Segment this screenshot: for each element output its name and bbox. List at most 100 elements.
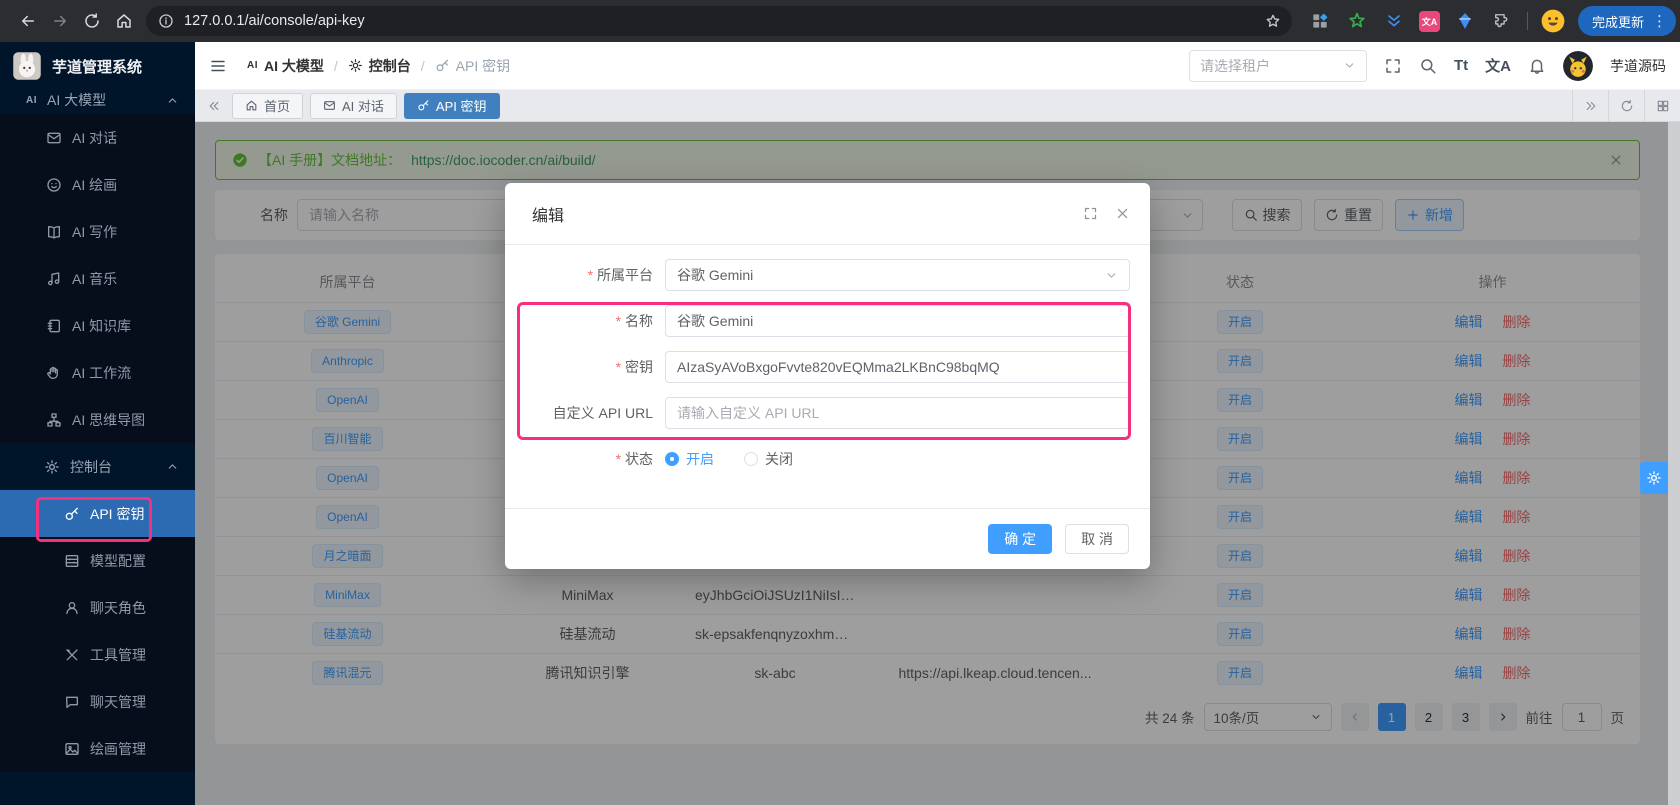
sidebar-item-tools[interactable]: 工具管理 (0, 631, 195, 678)
language-icon[interactable]: 文A (1485, 55, 1511, 76)
font-size-icon[interactable]: Tt (1454, 57, 1468, 74)
fullscreen-icon[interactable] (1384, 57, 1402, 75)
settings-drawer-button[interactable] (1640, 462, 1668, 494)
tab-api-key[interactable]: API 密钥 (404, 93, 500, 119)
platform-label: 所属平台 (523, 265, 665, 285)
browser-forward-icon[interactable] (44, 5, 76, 37)
tools-icon (64, 647, 80, 663)
status-radio-on[interactable]: 开启 (665, 449, 714, 469)
face-icon (46, 177, 62, 193)
url-label: 自定义 API URL (523, 403, 665, 423)
url-text[interactable]: 127.0.0.1/ai/console/api-key (184, 13, 1250, 29)
chevron-down-icon (1105, 269, 1118, 282)
cancel-button[interactable]: 取 消 (1065, 524, 1129, 554)
field-key: 密钥 (523, 351, 1130, 383)
logo-bunny-icon (12, 51, 42, 81)
sidebar: 芋道管理系统 AI AI 大模型 AI 对话 AI 绘画 AI 写作 AI 音乐… (0, 42, 195, 805)
hand-icon (46, 365, 62, 381)
dialog-fullscreen-icon[interactable] (1083, 206, 1098, 221)
note-icon (46, 318, 62, 334)
sidebar-item-key[interactable]: API 密钥 (0, 490, 195, 537)
tabs-scroll-left-icon[interactable] (203, 93, 225, 119)
status-radio-off[interactable]: 关闭 (744, 449, 793, 469)
url-input[interactable] (665, 397, 1130, 429)
browser-back-icon[interactable] (12, 5, 44, 37)
extension-grid-icon[interactable] (1308, 9, 1332, 33)
tabs-layout-icon[interactable] (1644, 90, 1680, 121)
radio-selected-icon (665, 452, 679, 466)
breadcrumb-console[interactable]: 控制台 (348, 56, 411, 76)
radio-unselected-icon (744, 452, 758, 466)
menu-fold-icon[interactable] (203, 51, 233, 81)
gear-icon (44, 459, 60, 475)
scrollbar[interactable] (1668, 122, 1680, 805)
platform-select[interactable]: 谷歌 Gemini (665, 259, 1130, 291)
extensions-puzzle-icon[interactable] (1490, 9, 1514, 33)
extension-chevrons-icon[interactable] (1382, 9, 1406, 33)
breadcrumb-api-key: API 密钥 (435, 56, 510, 76)
field-url: 自定义 API URL (523, 397, 1130, 429)
bookmark-star-icon[interactable] (1260, 8, 1286, 34)
breadcrumb-separator: / (334, 58, 338, 74)
sidebar-item-face[interactable]: AI 绘画 (0, 161, 195, 208)
page: 127.0.0.1/ai/console/api-key 文A 完成更新⋮ 芋道… (0, 0, 1680, 805)
app-logo[interactable]: 芋道管理系统 (0, 42, 195, 90)
sidebar-group-console[interactable]: 控制台 (0, 443, 195, 490)
sidebar-item-book[interactable]: AI 写作 (0, 208, 195, 255)
extension-translate-icon[interactable]: 文A (1419, 11, 1440, 32)
gear-icon (1646, 470, 1662, 486)
user-avatar[interactable] (1563, 51, 1593, 81)
sidebar-item-img[interactable]: 绘画管理 (0, 725, 195, 772)
chevron-down-icon (1343, 59, 1356, 72)
mail-icon (46, 130, 62, 146)
status-label: 状态 (523, 449, 665, 469)
abacus-icon (64, 553, 80, 569)
address-bar[interactable]: 127.0.0.1/ai/console/api-key (146, 6, 1292, 36)
sidebar-item-chat[interactable]: 聊天管理 (0, 678, 195, 725)
header-bar: AIAI 大模型 / 控制台 / API 密钥 请选择租户 Tt 文A (195, 42, 1680, 90)
sidebar-item-mail[interactable]: AI 对话 (0, 114, 195, 161)
username[interactable]: 芋道源码 (1610, 56, 1666, 76)
field-name: 名称 (523, 305, 1130, 337)
breadcrumb-separator: / (421, 58, 425, 74)
confirm-button[interactable]: 确 定 (988, 524, 1052, 554)
key-icon (435, 58, 450, 73)
sidebar-item-abacus[interactable]: 模型配置 (0, 537, 195, 584)
tenant-select[interactable]: 请选择租户 (1189, 50, 1367, 82)
browser-reload-icon[interactable] (76, 5, 108, 37)
breadcrumb-ai[interactable]: AIAI 大模型 (247, 56, 324, 76)
sidebar-item-person[interactable]: 聊天角色 (0, 584, 195, 631)
sidebar-item-hand[interactable]: AI 工作流 (0, 349, 195, 396)
dialog-close-icon[interactable] (1115, 206, 1130, 221)
name-input[interactable] (665, 305, 1130, 337)
sidebar-group-ai[interactable]: AI AI 大模型 (0, 86, 195, 114)
extension-gem-icon[interactable] (1453, 9, 1477, 33)
map-icon (46, 412, 62, 428)
ai-badge-icon: AI (247, 60, 258, 71)
key-icon (64, 506, 80, 522)
tab-ai-chat[interactable]: AI 对话 (310, 93, 397, 119)
tabs-refresh-icon[interactable] (1608, 90, 1644, 121)
book-icon (46, 224, 62, 240)
music-icon (46, 271, 62, 287)
sidebar-item-note[interactable]: AI 知识库 (0, 302, 195, 349)
search-icon[interactable] (1419, 57, 1437, 75)
profile-emoji-avatar[interactable] (1541, 9, 1565, 33)
tabs-scroll-right-icon[interactable] (1572, 90, 1608, 121)
divider (1527, 12, 1528, 30)
browser-toolbar: 127.0.0.1/ai/console/api-key 文A 完成更新⋮ (0, 0, 1680, 42)
browser-home-icon[interactable] (108, 5, 140, 37)
tab-home[interactable]: 首页 (232, 93, 303, 119)
site-info-icon[interactable] (158, 13, 174, 29)
gear-icon (348, 58, 363, 73)
sidebar-item-map[interactable]: AI 思维导图 (0, 396, 195, 443)
chrome-update-button[interactable]: 完成更新⋮ (1578, 6, 1676, 36)
sidebar-item-music[interactable]: AI 音乐 (0, 255, 195, 302)
content-area: 【AI 手册】文档地址： https://doc.iocoder.cn/ai/b… (195, 122, 1680, 805)
browser-menu-icon[interactable]: ⋮ (1652, 12, 1667, 30)
extension-star-icon[interactable] (1345, 9, 1369, 33)
chevron-up-icon (166, 460, 179, 473)
key-input[interactable] (665, 351, 1130, 383)
ai-badge-icon: AI (26, 95, 37, 106)
bell-icon[interactable] (1528, 57, 1546, 75)
